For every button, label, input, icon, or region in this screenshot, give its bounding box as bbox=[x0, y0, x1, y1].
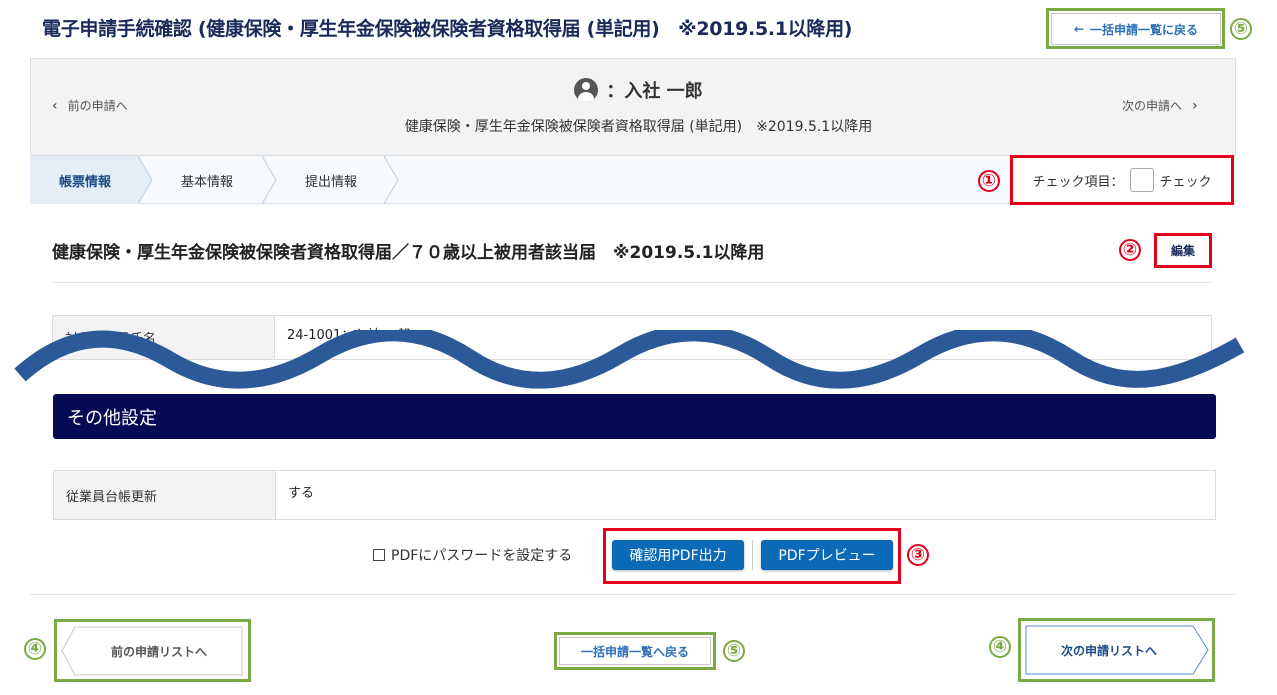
tab-form-info[interactable]: 帳票情報 bbox=[30, 156, 140, 204]
application-nav-panel bbox=[30, 58, 1236, 156]
tab-basic-info-label: 基本情報 bbox=[180, 174, 233, 190]
edit-button[interactable]: 編集 bbox=[1157, 236, 1209, 265]
wave-break-decoration bbox=[14, 330, 1245, 389]
annotation-4-left: ④ bbox=[24, 638, 46, 660]
divider bbox=[52, 282, 1212, 283]
page-title: 電子申請手続確認 (健康保険・厚生年金保険被保険者資格取得届 (単記用) ※20… bbox=[42, 18, 853, 40]
pdf-password-label: PDFにパスワードを設定する bbox=[391, 548, 573, 564]
employee-ledger-header: 従業員台帳更新 bbox=[54, 471, 276, 519]
pdf-output-button[interactable]: 確認用PDF出力 bbox=[612, 540, 744, 570]
pdf-preview-button[interactable]: PDFプレビュー bbox=[761, 540, 893, 570]
check-item-group: チェック項目： チェック bbox=[1010, 155, 1234, 205]
user-avatar-icon bbox=[574, 78, 599, 102]
check-checkbox[interactable] bbox=[1129, 168, 1154, 192]
back-to-bulk-list-bottom-button[interactable]: 一括申請一覧へ戻る bbox=[559, 637, 711, 665]
next-list-button[interactable]: 次の申請リストへ bbox=[1025, 625, 1193, 675]
tab-submission-info[interactable]: 提出情報 bbox=[276, 156, 386, 204]
form-title: 健康保険・厚生年金保険被保険者資格取得届／７０歳以上被用者該当届 ※2019.5… bbox=[52, 243, 765, 263]
back-to-bulk-list-label: 一括申請一覧に戻る bbox=[1090, 22, 1199, 37]
form-subtitle: 健康保険・厚生年金保険被保険者資格取得届 (単記用) ※2019.5.1以降用 bbox=[404, 119, 873, 135]
tab-submission-info-label: 提出情報 bbox=[304, 174, 357, 190]
other-settings-heading: その他設定 bbox=[53, 394, 1216, 439]
arrow-left-icon: ← bbox=[1073, 22, 1085, 36]
tab-basic-info[interactable]: 基本情報 bbox=[152, 156, 262, 204]
annotation-3: ③ bbox=[907, 544, 929, 566]
check-item-label: チェック項目： bbox=[1032, 174, 1124, 190]
tab-form-info-label: 帳票情報 bbox=[58, 174, 111, 190]
check-option-label: チェック bbox=[1159, 174, 1212, 190]
annotation-5-top: ⑤ bbox=[1230, 18, 1252, 40]
employee-ledger-value: する bbox=[288, 485, 315, 501]
prev-list-button[interactable]: 前の申請リストへ bbox=[75, 626, 243, 676]
button-separator bbox=[752, 540, 753, 570]
pdf-password-option[interactable]: PDFにパスワードを設定する bbox=[373, 545, 572, 565]
divider bbox=[30, 594, 1236, 595]
back-to-bulk-list-button[interactable]: ← 一括申請一覧に戻る bbox=[1051, 13, 1221, 45]
employee-name: ：入社 一郎 bbox=[606, 81, 703, 102]
annotation-4-right: ④ bbox=[989, 636, 1011, 658]
annotation-1: ① bbox=[978, 170, 1000, 192]
tab-chevron-separator bbox=[384, 156, 399, 204]
employee-heading: ：入社 一郎 bbox=[0, 77, 1277, 103]
annotation-5-bottom: ⑤ bbox=[723, 640, 745, 662]
annotation-2: ② bbox=[1119, 239, 1141, 261]
pdf-password-checkbox[interactable] bbox=[373, 549, 385, 561]
